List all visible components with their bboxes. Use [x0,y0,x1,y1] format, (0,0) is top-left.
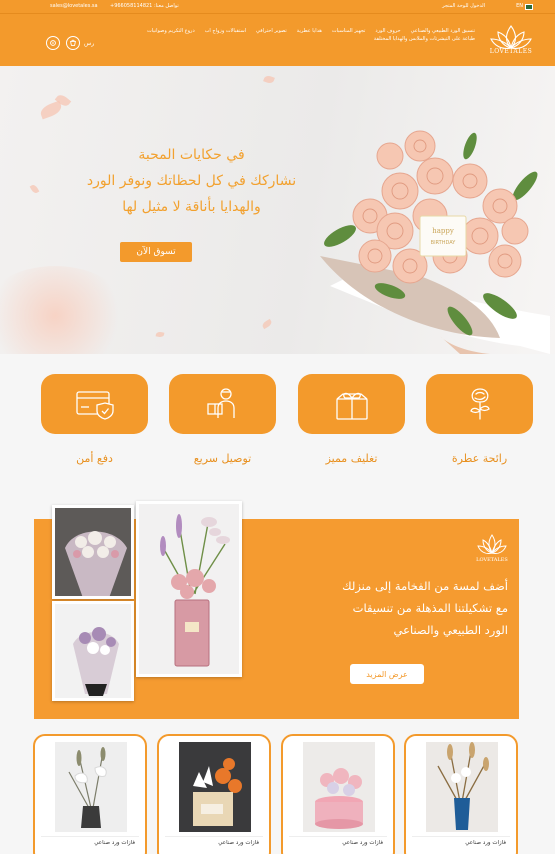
cart-icon[interactable] [66,36,80,50]
promo-line-2: مع تشكيلتنا المذهلة من تنسيقات [352,601,508,615]
feature-label: رائحة عطرة [451,452,508,465]
hero-headline: في حكايات المحبة نشاركك في كل لحظاتك ونو… [84,144,299,218]
product-name[interactable]: فازات ورد صناعي [342,840,383,846]
divider [289,836,387,837]
rose-bouquet-image: happy BIRTHDAY [320,130,550,354]
delivery-man-icon [206,388,235,418]
divider [165,836,263,837]
nav-item-receptions[interactable]: استقبالات وزواج اب [205,28,246,34]
divider [412,836,510,837]
feature-box [426,374,533,434]
feature-fragrance: رائحة عطرة [426,374,533,465]
product-image[interactable] [303,742,375,832]
logo-text: LOVETALES [489,48,533,55]
nav-item-perfume-gifts[interactable]: هدايا عطرية [297,28,322,34]
product-card[interactable]: فازات ورد صناعي [33,734,147,854]
feature-box [169,374,276,434]
hero-banner: في حكايات المحبة نشاركك في كل لحظاتك ونو… [0,66,555,354]
features-section: رائحة عطرة تغليف مميز توصيل سريع دفع أمن [0,354,555,498]
site-header: LOVETALES تنسيق الورد الطبيعي والصناعي ح… [0,14,555,66]
petal-decoration [263,74,275,85]
currency-label: رس [84,39,95,47]
product-card[interactable]: فازات ورد صناعي [281,734,395,854]
product-photo [52,601,134,701]
feature-wrapping: تغليف مميز [298,374,405,465]
promo-logo-text: LOVETALES [476,557,508,563]
petal-decoration [29,183,40,195]
product-image[interactable] [179,742,251,832]
svg-text:BIRTHDAY: BIRTHDAY [431,240,457,246]
promo-line-3: الورد الطبيعي والصناعي [393,623,508,637]
feature-box [298,374,405,434]
secure-card-icon [75,391,114,420]
shop-now-button[interactable]: تسوق الآن [120,242,192,262]
wishlist-icon[interactable] [46,36,60,50]
contact-phone[interactable]: +966058114821 :تواصل معنا [110,3,179,9]
feature-delivery: توصيل سريع [169,374,276,465]
promo-headline: أضف لمسة من الفخامة إلى منزلك مع تشكيلتن… [248,575,508,641]
nav-item-printing[interactable]: طباعة على التيشرتات والملابس والهدايا ال… [374,36,475,42]
hero-line-1: في حكايات المحبة [138,147,245,163]
feature-label: توصيل سريع [193,452,252,465]
feature-box [41,374,148,434]
logo-lotus-icon[interactable] [485,20,537,62]
birthday-card-text: happy [432,227,454,235]
feature-label: دفع أمن [76,452,113,465]
promo-photos [52,501,242,705]
petal-decoration [155,331,165,338]
promo-line-1: أضف لمسة من الفخامة إلى منزلك [342,579,508,593]
feature-secure-payment: دفع أمن [41,374,148,465]
product-name[interactable]: فازات ورد صناعي [218,840,259,846]
hero-line-2: نشاركك في كل لحظاتك ونوفر الورد [86,173,297,189]
nav-item-events[interactable]: تجهيز المناسبات [332,28,366,34]
nav-item-arrangements[interactable]: تنسيق الورد الطبيعي والصناعي [411,28,475,34]
top-bar: sales@lovetales.sa +966058114821 :تواصل … [0,0,555,14]
petal-decoration [261,318,273,330]
main-nav: تنسيق الورد الطبيعي والصناعي حروف الورد … [85,28,475,42]
product-image[interactable] [426,742,498,832]
feature-label: تغليف مميز [325,452,378,465]
product-card[interactable]: فازات ورد صناعي [157,734,271,854]
view-more-button[interactable]: عرض المزيد [350,664,424,684]
product-name[interactable]: فازات ورد صناعي [465,840,506,846]
rose-icon [469,388,490,420]
product-photo [52,505,134,599]
gift-box-icon [335,392,368,420]
product-image[interactable] [55,742,127,832]
nav-item-shields[interactable]: دروع التكريم وصوانيات [147,28,195,34]
product-name[interactable]: فازات ورد صناعي [94,840,135,846]
flag-icon[interactable] [525,4,533,10]
promo-banner: LOVETALES أضف لمسة من الفخامة إلى منزلك … [34,501,519,719]
decorative-blotch [0,266,130,354]
page: sales@lovetales.sa +966058114821 :تواصل … [0,0,555,854]
header-actions: رس [46,36,94,50]
store-login-link[interactable]: الدخول للوحة المتجر [442,3,485,9]
nav-item-photography[interactable]: تصوير احترافي [256,28,287,34]
language-switch[interactable]: EN [516,3,523,9]
product-card[interactable]: فازات ورد صناعي [404,734,518,854]
product-photo [136,501,242,677]
hero-line-3: والهدايا بأناقة لا مثيل لها [122,199,261,215]
contact-email[interactable]: sales@lovetales.sa [50,3,98,9]
divider [41,836,139,837]
nav-item-letters[interactable]: حروف الورد [375,28,400,34]
products-row: فازات ورد صناعي فازات ورد صناعي فازات ور… [0,728,555,854]
